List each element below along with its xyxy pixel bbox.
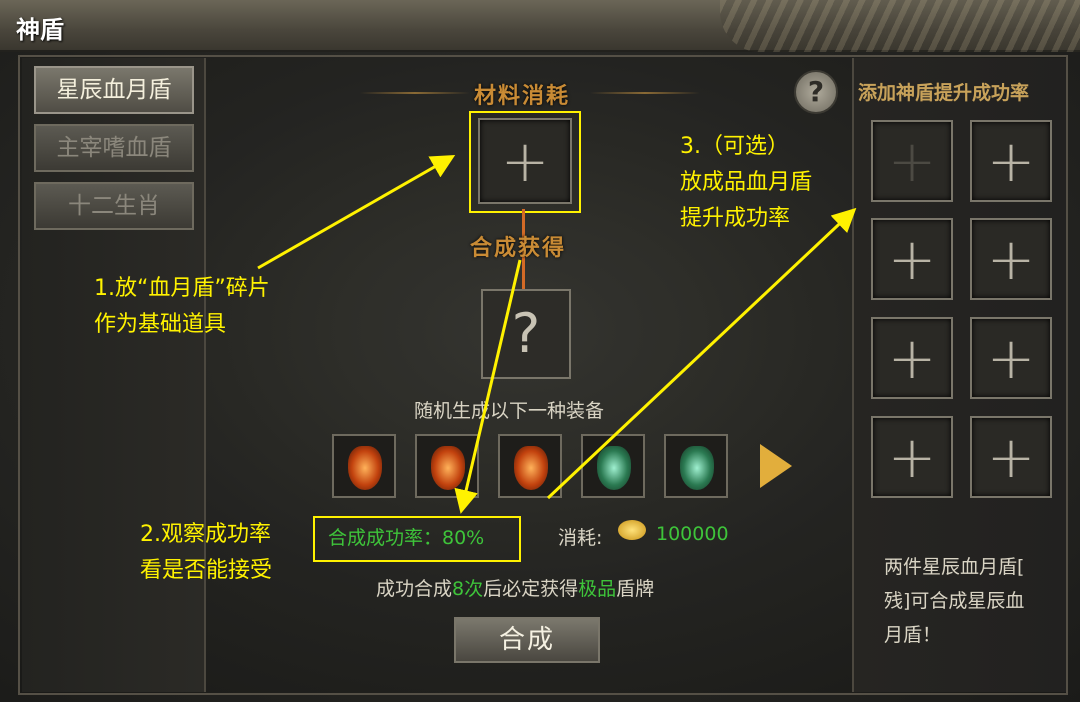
arrow-to-material	[257, 155, 456, 270]
arrow-to-rate	[454, 259, 522, 514]
arrow-to-boost	[546, 207, 857, 500]
annotation-arrows	[257, 155, 857, 514]
shield-forge-window: 神盾 星辰血月盾 主宰嗜血盾 十二生肖 材料消耗 ? + 合成获得 ? 随机生成…	[0, 0, 1080, 702]
